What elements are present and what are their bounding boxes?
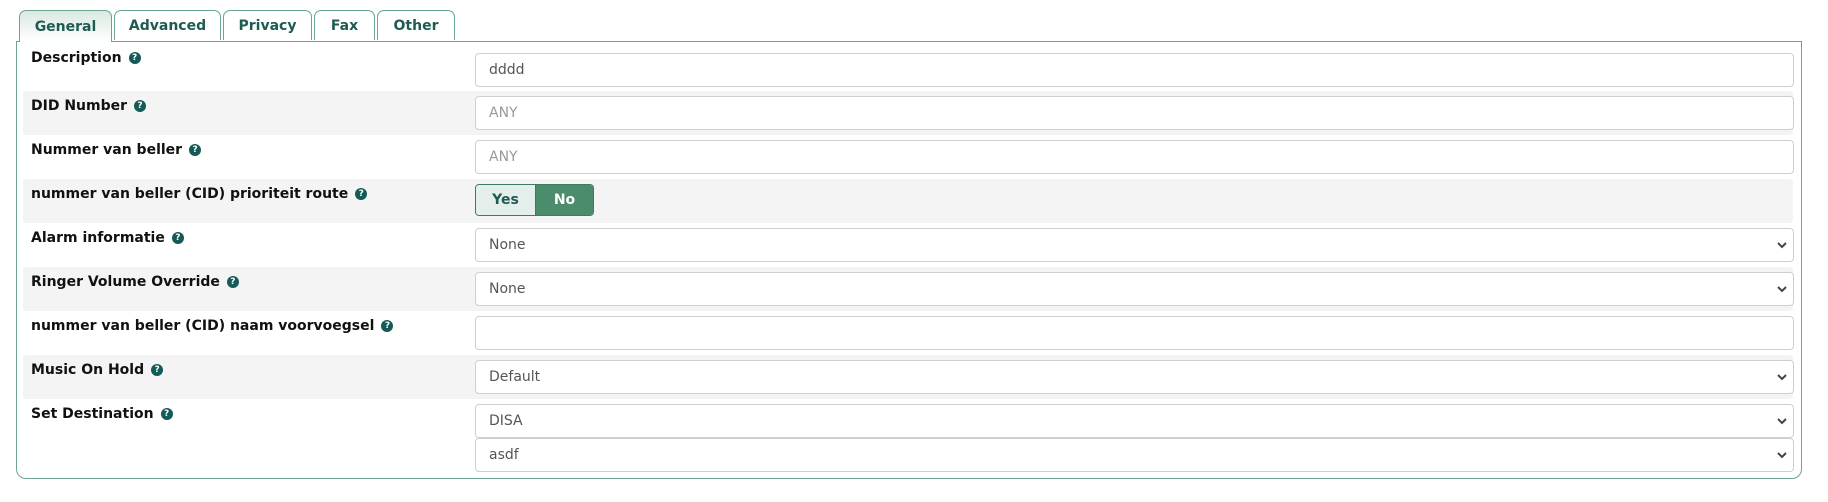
ringer-volume-row: Ringer Volume Override? None [23,267,1794,311]
tab-fax[interactable]: Fax [314,10,375,40]
description-label: Description? [31,50,141,66]
chevron-down-icon [1777,418,1787,425]
ringer-volume-label: Ringer Volume Override? [31,274,239,290]
label-text: nummer van beller (CID) prioriteit route [31,186,349,202]
description-input[interactable]: dddd [475,53,1794,87]
cid-name-prefix-row: nummer van beller (CID) naam voorvoegsel… [23,311,1794,355]
set-destination-label: Set Destination? [31,406,173,422]
question-circle-icon[interactable]: ? [128,52,141,64]
input-placeholder: ANY [489,105,518,121]
label-text: nummer van beller (CID) naam voorvoegsel [31,318,375,334]
tab-privacy[interactable]: Privacy [223,10,312,40]
alert-info-row: Alarm informatie? None [23,223,1794,267]
select-value: None [489,237,526,253]
tab-label: Privacy [238,17,297,34]
tab-advanced[interactable]: Advanced [114,10,221,40]
question-circle-icon[interactable]: ? [151,364,164,376]
tab-label: Fax [330,17,359,34]
cid-priority-label: nummer van beller (CID) prioriteit route… [31,186,368,202]
did-number-input[interactable]: ANY [475,96,1794,130]
did-number-label: DID Number? [31,98,147,114]
select-value: None [489,281,526,297]
question-circle-icon[interactable]: ? [160,408,173,420]
question-circle-icon[interactable]: ? [134,100,147,112]
tab-general[interactable]: General [19,10,112,42]
input-value: dddd [489,62,525,78]
description-row: Description? dddd [23,43,1794,87]
label-text: Ringer Volume Override [31,274,220,290]
destination-type-select[interactable]: DISA [475,404,1794,438]
label-text: Description [31,50,122,66]
caller-number-label: Nummer van beller? [31,142,202,158]
yes-button[interactable]: Yes [476,185,536,215]
label-text: DID Number [31,98,128,114]
tab-label: General [34,18,97,35]
tab-label: Advanced [128,17,207,34]
cid-priority-row: nummer van beller (CID) prioriteit route… [23,179,1793,223]
select-value: DISA [489,413,523,429]
ringer-volume-select[interactable]: None [475,272,1794,306]
music-on-hold-row: Music On Hold? Default [23,355,1794,399]
question-circle-icon[interactable]: ? [381,320,394,332]
caller-number-row: Nummer van beller? ANY [23,135,1794,179]
no-button[interactable]: No [536,185,593,215]
alert-info-label: Alarm informatie? [31,230,184,246]
input-placeholder: ANY [489,149,518,165]
label-text: Alarm informatie [31,230,165,246]
alert-info-select[interactable]: None [475,228,1794,262]
chevron-down-icon [1777,242,1787,249]
cid-priority-toggle: Yes No [475,184,594,216]
tab-other[interactable]: Other [377,10,455,40]
music-on-hold-label: Music On Hold? [31,362,164,378]
cid-name-prefix-label: nummer van beller (CID) naam voorvoegsel… [31,318,394,334]
question-circle-icon[interactable]: ? [355,188,368,200]
label-text: Music On Hold [31,362,145,378]
select-value: Default [489,369,541,385]
cid-name-prefix-input[interactable] [475,316,1794,350]
chevron-down-icon [1777,374,1787,381]
destination-target-select[interactable]: asdf [475,438,1794,472]
music-on-hold-select[interactable]: Default [475,360,1794,394]
chevron-down-icon [1777,452,1787,459]
label-text: Set Destination [31,406,154,422]
set-destination-row: Set Destination? DISA asdf [23,399,1794,477]
label-text: Nummer van beller [31,142,183,158]
caller-number-input[interactable]: ANY [475,140,1794,174]
chevron-down-icon [1777,286,1787,293]
tab-bar: General Advanced Privacy Fax Other [19,10,455,42]
question-circle-icon[interactable]: ? [226,276,239,288]
select-value: asdf [489,447,519,463]
tab-label: Other [393,17,439,34]
question-circle-icon[interactable]: ? [171,232,184,244]
did-number-row: DID Number? ANY [23,91,1794,135]
question-circle-icon[interactable]: ? [189,144,202,156]
general-panel: Description? dddd DID Number? ANY Nummer… [16,41,1802,479]
